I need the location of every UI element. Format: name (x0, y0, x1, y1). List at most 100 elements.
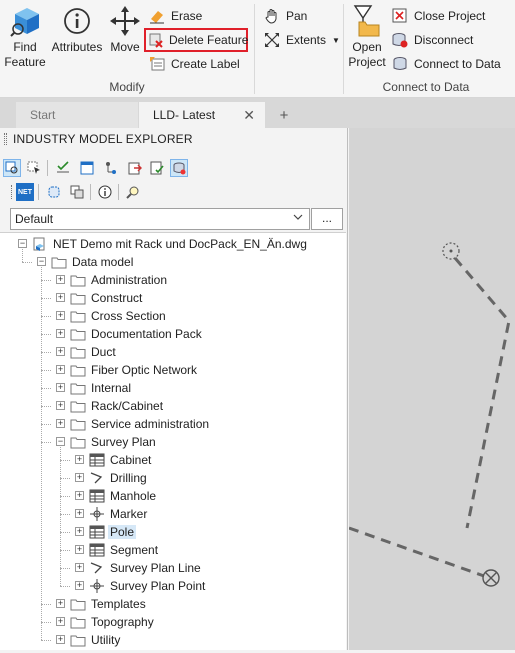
find-feature-button[interactable]: Find Feature (2, 4, 48, 70)
folder-icon (70, 418, 86, 431)
folder-icon (70, 364, 86, 377)
expand-toggle-icon[interactable]: + (56, 401, 65, 410)
toolbar-separator (38, 184, 39, 200)
tree-node-pole[interactable]: Pole (89, 523, 137, 541)
open-project-icon (351, 4, 383, 38)
expand-toggle-icon[interactable]: + (56, 329, 65, 338)
tree-node-survey-plan[interactable]: Survey Plan (70, 433, 158, 451)
expand-toggle-icon[interactable]: + (75, 563, 84, 572)
close-icon[interactable]: ✕ (243, 107, 255, 124)
expand-toggle-icon[interactable]: + (56, 599, 65, 608)
collapse-toggle-icon[interactable]: − (37, 257, 46, 266)
tree-node-cross-section[interactable]: Cross Section (70, 307, 168, 325)
filter-select[interactable]: Default (10, 208, 310, 230)
tree-node-internal[interactable]: Internal (70, 379, 133, 397)
filter-check-icon[interactable] (54, 159, 72, 177)
delete-feature-button[interactable]: Delete Feature (144, 28, 248, 52)
expand-toggle-icon[interactable]: + (56, 419, 65, 428)
expand-toggle-icon[interactable]: + (56, 383, 65, 392)
extents-label: Extents (286, 33, 327, 47)
tree-connector (60, 550, 70, 551)
tree-node-utility[interactable]: Utility (70, 631, 122, 649)
erase-label: Erase (171, 9, 203, 23)
tree-node-cabinet[interactable]: Cabinet (89, 451, 153, 469)
tree-node-topography[interactable]: Topography (70, 613, 156, 631)
close-project-button[interactable]: Close Project (391, 6, 485, 26)
tree-node-documentation-pack[interactable]: Documentation Pack (70, 325, 204, 343)
tree-node-marker[interactable]: Marker (89, 505, 149, 523)
tree-node-data-model[interactable]: Data model (51, 253, 135, 271)
tree-node-survey-plan-point[interactable]: Survey Plan Point (89, 577, 207, 595)
erase-button[interactable]: Erase (148, 6, 202, 26)
folder-icon (70, 598, 86, 611)
disconnect-button[interactable]: Disconnect (391, 30, 473, 50)
tree-node-segment[interactable]: Segment (89, 541, 160, 559)
tree-node-label: Topography (91, 615, 154, 629)
display-model-icon[interactable] (170, 159, 188, 177)
expand-toggle-icon[interactable]: + (56, 365, 65, 374)
polygon-icon[interactable] (45, 183, 63, 201)
verify-icon[interactable] (148, 159, 166, 177)
more-options-button[interactable]: ... (311, 208, 343, 230)
drawing-file-icon (32, 237, 48, 251)
attributes-label: Attributes (51, 40, 103, 54)
expand-toggle-icon[interactable]: + (75, 509, 84, 518)
tree-node-administration[interactable]: Administration (70, 271, 169, 289)
tree-node-rack-cabinet[interactable]: Rack/Cabinet (70, 397, 165, 415)
tree-connector (60, 514, 70, 515)
pan-button[interactable]: Pan (263, 6, 307, 26)
select-icon[interactable] (3, 159, 21, 177)
tree-node-label: Drilling (110, 471, 147, 485)
grip-icon[interactable] (4, 133, 7, 145)
tree-node-service-administration[interactable]: Service administration (70, 415, 211, 433)
expand-toggle-icon[interactable]: + (56, 347, 65, 356)
expand-toggle-icon[interactable]: + (75, 455, 84, 464)
tree-node-label: Survey Plan Point (110, 579, 206, 593)
connect-to-data-button[interactable]: Connect to Data (391, 54, 501, 74)
tree-node-survey-plan-line[interactable]: Survey Plan Line (89, 559, 203, 577)
net-icon[interactable]: NET (16, 183, 34, 201)
tree-node-manhole[interactable]: Manhole (89, 487, 158, 505)
info-icon[interactable] (96, 183, 114, 201)
expand-toggle-icon[interactable]: + (56, 635, 65, 644)
ribbon-separator (254, 4, 255, 94)
toolbar-separator (47, 160, 48, 176)
search-icon[interactable] (124, 183, 142, 201)
collapse-toggle-icon[interactable]: − (18, 239, 27, 248)
expand-toggle-icon[interactable]: + (56, 293, 65, 302)
tree-node-label: Manhole (110, 489, 157, 503)
delete-feature-icon (148, 31, 164, 49)
drawing-canvas[interactable] (348, 128, 515, 650)
attributes-button[interactable]: Attributes (48, 4, 106, 55)
expand-toggle-icon[interactable]: + (56, 311, 65, 320)
add-tab-button[interactable]: + (275, 106, 293, 124)
hierarchy-icon[interactable] (102, 159, 120, 177)
tree-node-construct[interactable]: Construct (70, 289, 144, 307)
tree-node-net-demo-mit-rack-und-docpack-en-n-dwg[interactable]: NET Demo mit Rack und DocPack_EN_Än.dwg (32, 235, 309, 253)
expand-toggle-icon[interactable]: + (56, 617, 65, 626)
expand-toggle-icon[interactable]: + (75, 581, 84, 590)
line-icon (89, 471, 105, 485)
ribbon: Find Feature Attributes Move Erase Delet… (0, 0, 515, 98)
extents-button[interactable]: Extents ▼ (263, 30, 340, 50)
tree-node-fiber-optic-network[interactable]: Fiber Optic Network (70, 361, 199, 379)
expand-toggle-icon[interactable]: + (75, 527, 84, 536)
expand-toggle-icon[interactable]: + (75, 545, 84, 554)
tree-node-label: Cabinet (110, 453, 152, 467)
move-button[interactable]: Move (106, 4, 144, 55)
collapse-toggle-icon[interactable]: − (56, 437, 65, 446)
expand-toggle-icon[interactable]: + (75, 473, 84, 482)
window-icon[interactable] (78, 159, 96, 177)
tab-lld-latest[interactable]: LLD- Latest ✕ (139, 102, 265, 128)
export-icon[interactable] (126, 159, 144, 177)
open-project-button[interactable]: Open Project (346, 4, 388, 70)
tree-node-templates[interactable]: Templates (70, 595, 148, 613)
expand-toggle-icon[interactable]: + (56, 275, 65, 284)
copy-icon[interactable] (68, 183, 86, 201)
tab-start[interactable]: Start (16, 102, 138, 128)
tree-node-duct[interactable]: Duct (70, 343, 118, 361)
select-cross-icon[interactable] (25, 159, 43, 177)
create-label-button[interactable]: Create Label (148, 54, 240, 74)
expand-toggle-icon[interactable]: + (75, 491, 84, 500)
tree-node-drilling[interactable]: Drilling (89, 469, 149, 487)
